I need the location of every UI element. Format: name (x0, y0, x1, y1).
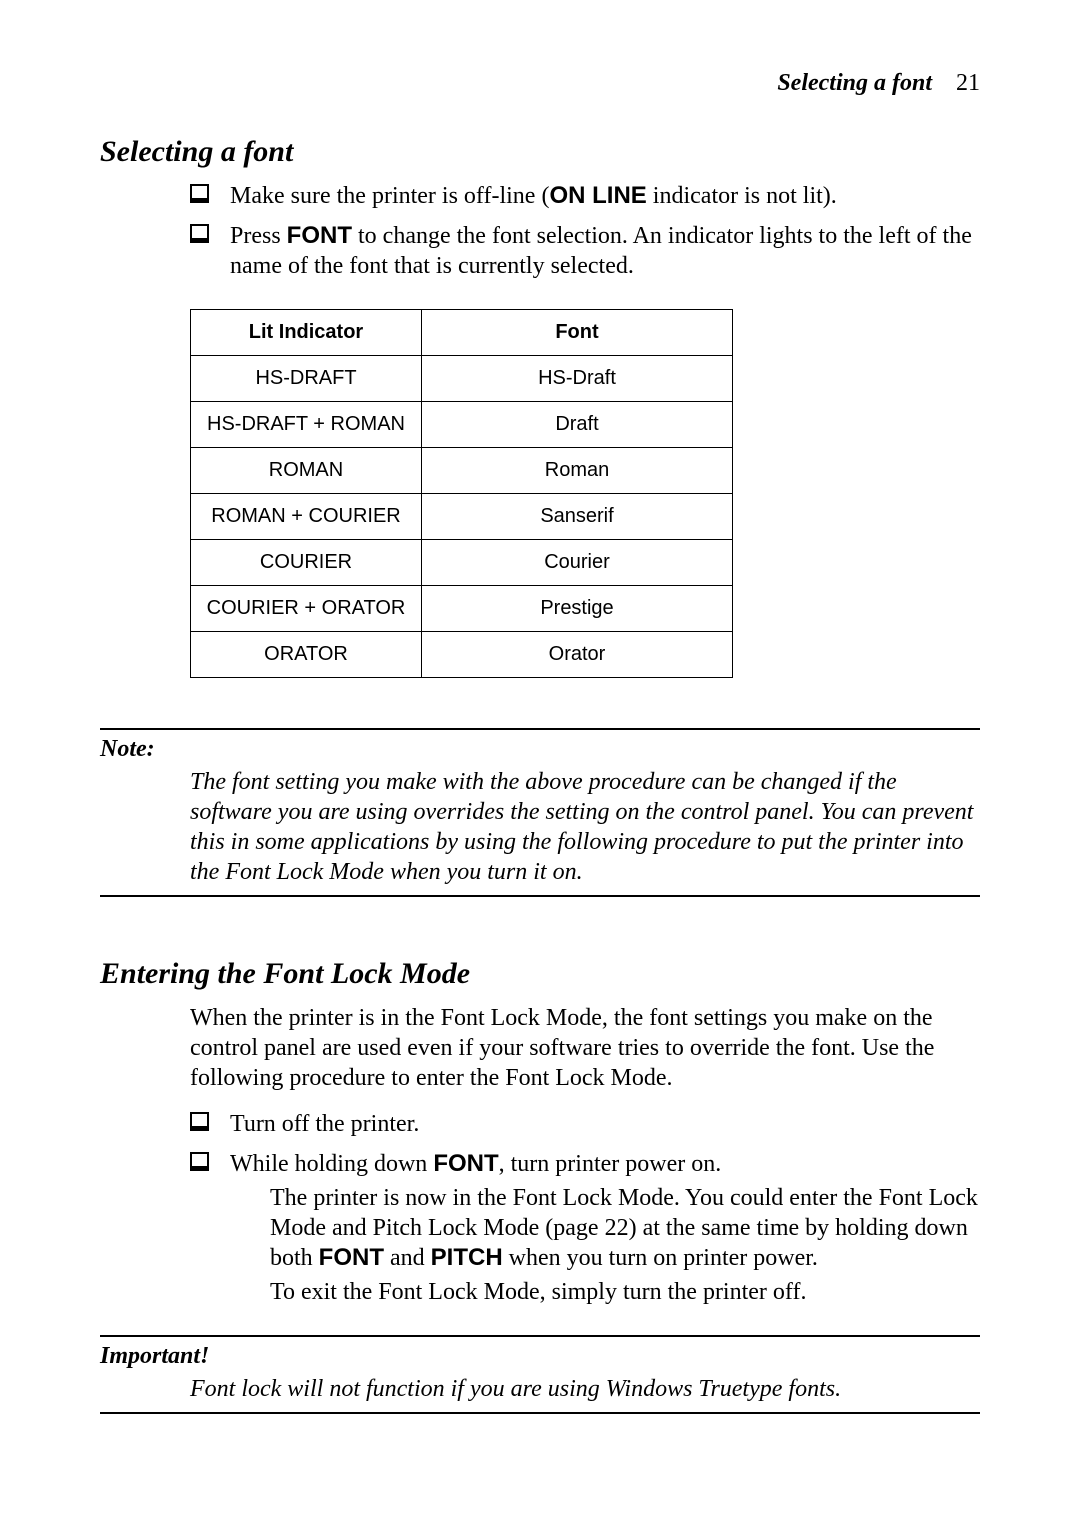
important-body: Font lock will not function if you are u… (190, 1374, 980, 1404)
bullet-text-bold: ON LINE (549, 182, 646, 209)
table-cell: COURIER + ORATOR (191, 586, 422, 632)
bullet-list-1: Make sure the printer is off-line (ON LI… (190, 181, 980, 281)
table-row: ROMANRoman (191, 448, 733, 494)
note-heading: Note: (100, 736, 980, 763)
bullet-text-pre: Press (230, 223, 287, 249)
bullet-text: Make sure the printer is off-line (ON LI… (230, 183, 837, 209)
checkbox-bullet-icon (190, 184, 210, 204)
checkbox-bullet-icon (190, 1112, 210, 1132)
table-row: ROMAN + COURIERSanserif (191, 494, 733, 540)
running-head-title: Selecting a font (777, 70, 932, 96)
bullet-text-post: indicator is not lit). (647, 183, 837, 209)
important-heading: Important! (100, 1343, 980, 1370)
page: Selecting a font 21 Selecting a font Mak… (0, 0, 1080, 1529)
bullet-list-2: Turn off the printer. While holding down… (190, 1109, 980, 1307)
table-cell: ORATOR (191, 632, 422, 678)
table-cell: ROMAN + COURIER (191, 494, 422, 540)
table-row: ORATOROrator (191, 632, 733, 678)
table-cell: ROMAN (191, 448, 422, 494)
table-cell: COURIER (191, 540, 422, 586)
text-segment-bold: PITCH (431, 1244, 503, 1271)
divider (100, 1412, 980, 1414)
section-heading-selecting-a-font: Selecting a font (100, 135, 980, 169)
table-cell: HS-DRAFT (191, 356, 422, 402)
running-head: Selecting a font 21 (100, 70, 980, 97)
table-row: HS-DRAFTHS-Draft (191, 356, 733, 402)
table-cell: Orator (422, 632, 733, 678)
section2-intro: When the printer is in the Font Lock Mod… (190, 1003, 980, 1093)
table-row: COURIERCourier (191, 540, 733, 586)
bullet-text-bold: FONT (433, 1150, 498, 1177)
note-body: The font setting you make with the above… (190, 767, 980, 887)
table-header-indicator: Lit Indicator (191, 310, 422, 356)
bullet-text-pre: While holding down (230, 1151, 433, 1177)
text-segment: and (384, 1245, 431, 1271)
table-header-font: Font (422, 310, 733, 356)
divider (100, 728, 980, 730)
bullet-text: While holding down FONT, turn printer po… (230, 1151, 721, 1177)
running-head-page: 21 (956, 70, 980, 96)
table-row: COURIER + ORATORPrestige (191, 586, 733, 632)
after-bullet-paragraph: To exit the Font Lock Mode, simply turn … (270, 1277, 980, 1307)
text-segment: when you turn on printer power. (503, 1245, 818, 1271)
bullet-text-pre: Turn off the printer. (230, 1111, 419, 1137)
list-item: Press FONT to change the font selection.… (190, 221, 980, 281)
important-block: Important! Font lock will not function i… (100, 1343, 980, 1404)
list-item: Turn off the printer. (190, 1109, 980, 1139)
bullet-text: Turn off the printer. (230, 1111, 419, 1137)
divider (100, 1335, 980, 1337)
table-cell: Sanserif (422, 494, 733, 540)
table-cell: Prestige (422, 586, 733, 632)
checkbox-bullet-icon (190, 1152, 210, 1172)
table-cell: Draft (422, 402, 733, 448)
note-block: Note: The font setting you make with the… (100, 736, 980, 887)
list-item: While holding down FONT, turn printer po… (190, 1149, 980, 1307)
section-heading-font-lock-mode: Entering the Font Lock Mode (100, 957, 980, 991)
list-item: Make sure the printer is off-line (ON LI… (190, 181, 980, 211)
text-segment-bold: FONT (319, 1244, 384, 1271)
table-cell: HS-Draft (422, 356, 733, 402)
table-row: HS-DRAFT + ROMANDraft (191, 402, 733, 448)
table-cell: HS-DRAFT + ROMAN (191, 402, 422, 448)
bullet-text-post: , turn printer power on. (499, 1151, 722, 1177)
table-cell: Roman (422, 448, 733, 494)
checkbox-bullet-icon (190, 224, 210, 244)
bullet-text-pre: Make sure the printer is off-line ( (230, 183, 549, 209)
table-cell: Courier (422, 540, 733, 586)
font-table: Lit Indicator Font HS-DRAFTHS-Draft HS-D… (190, 309, 733, 678)
after-bullet-paragraph: The printer is now in the Font Lock Mode… (270, 1183, 980, 1273)
bullet-text: Press FONT to change the font selection.… (230, 223, 972, 279)
table-header-row: Lit Indicator Font (191, 310, 733, 356)
bullet-text-bold: FONT (287, 222, 352, 249)
